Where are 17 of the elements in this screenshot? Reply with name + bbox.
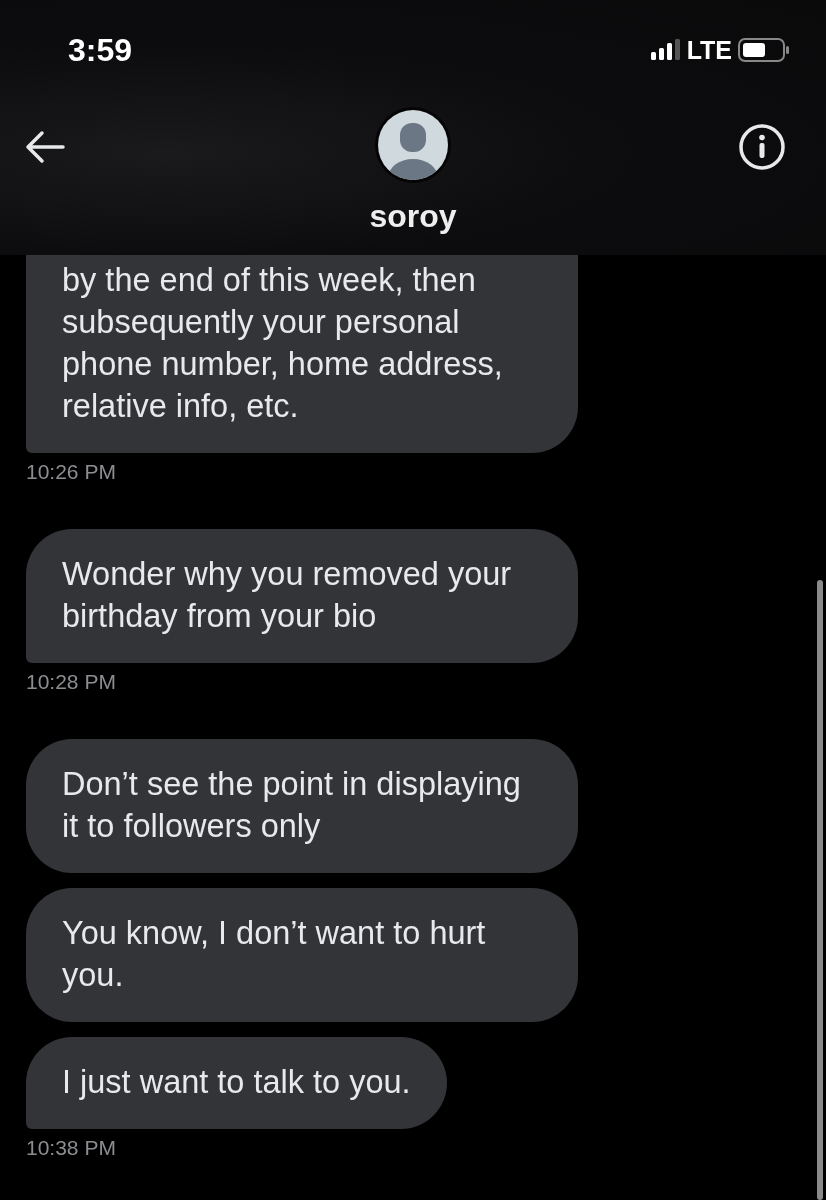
back-arrow-icon[interactable] bbox=[24, 129, 66, 165]
battery-icon bbox=[738, 37, 790, 63]
info-icon[interactable] bbox=[738, 123, 786, 171]
message-bubble: Wonder why you removed your birthday from your bio bbox=[26, 529, 578, 663]
avatar-icon[interactable] bbox=[374, 106, 452, 184]
contact-name: soroy bbox=[369, 198, 457, 235]
message-time: 10:38 PM bbox=[26, 1136, 116, 1160]
message-bubble: Don’t see the point in displaying it to followers only bbox=[26, 739, 578, 873]
network-label: LTE bbox=[686, 35, 732, 65]
message-bubble: by the end of this week, then subsequently your personal phone number, home address, relative info, etc. bbox=[26, 255, 578, 453]
message-bubble: You know, I don’t want to hurt you. bbox=[26, 888, 578, 1022]
status-time: 3:59 bbox=[68, 31, 133, 69]
signal-icon bbox=[650, 39, 681, 61]
scrollbar[interactable] bbox=[817, 580, 823, 1200]
message-time: 10:26 PM bbox=[26, 460, 116, 484]
message-bubble: I just want to talk to you. bbox=[26, 1037, 447, 1129]
message-time: 10:28 PM bbox=[26, 670, 116, 694]
